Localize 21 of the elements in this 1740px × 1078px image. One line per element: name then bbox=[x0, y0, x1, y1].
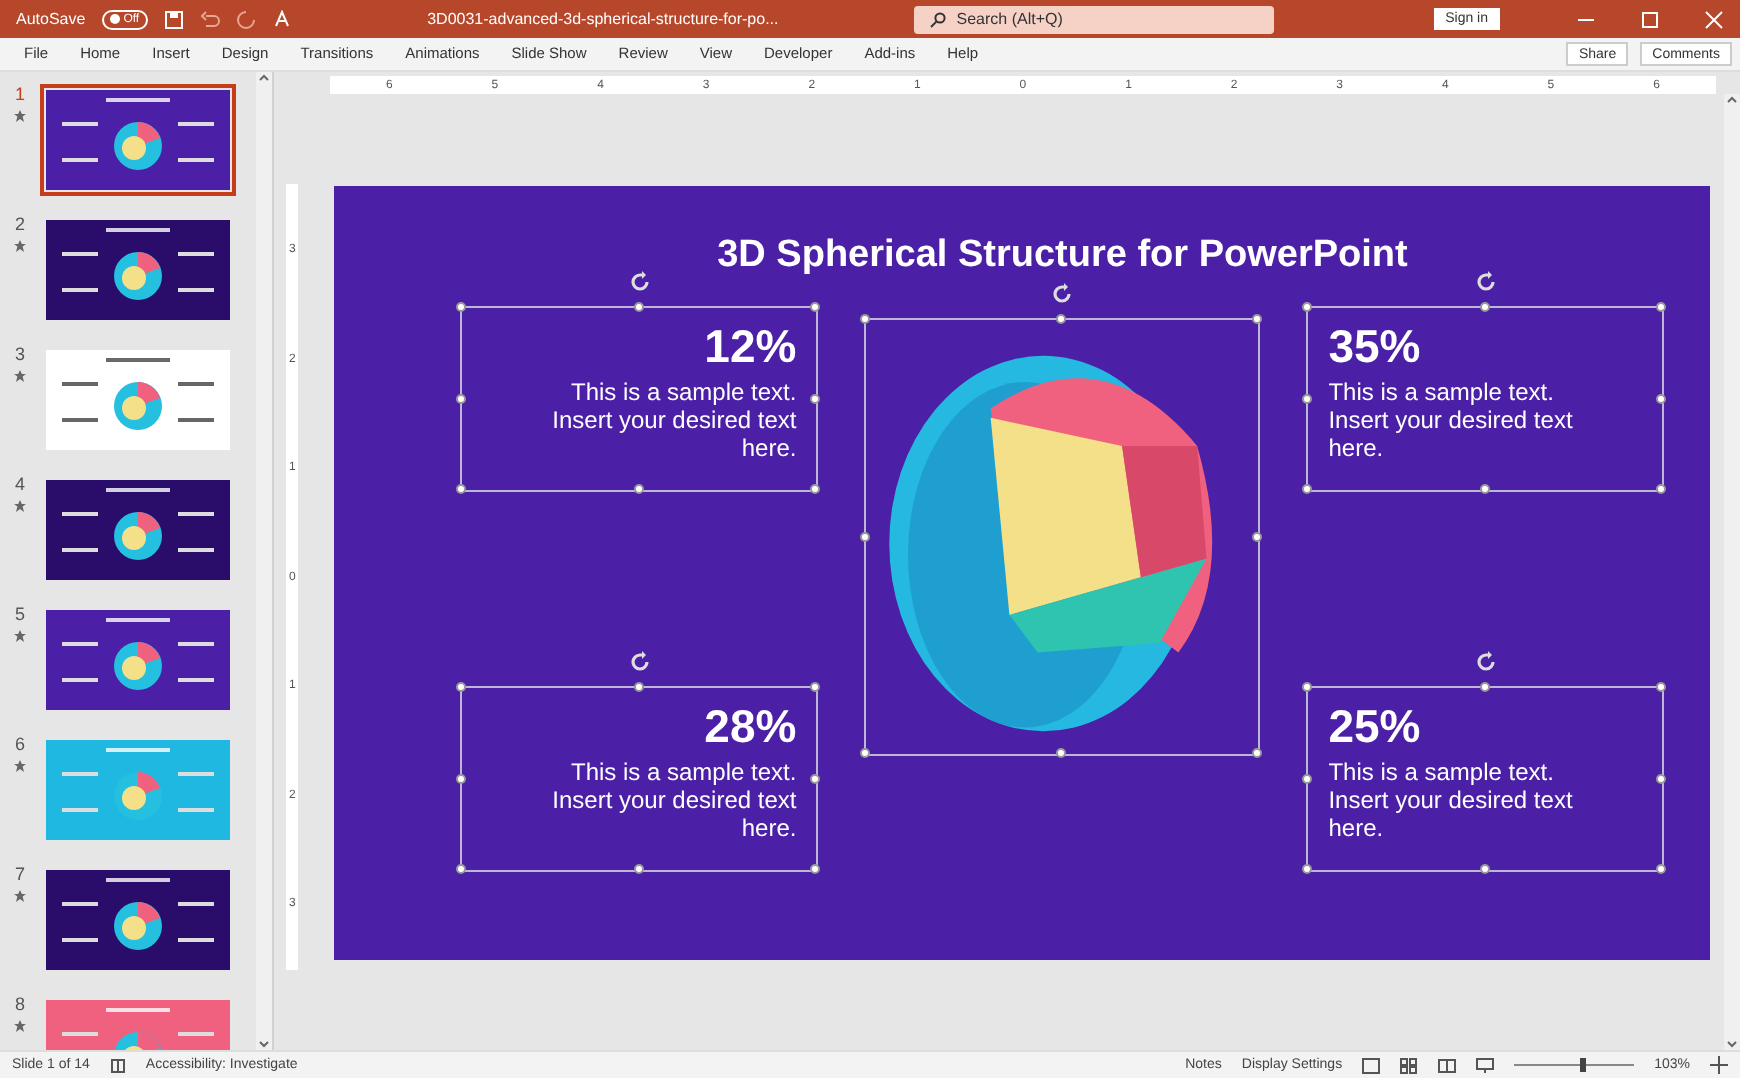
percent-value: 28% bbox=[704, 700, 797, 754]
sample-text: This is a sample text. Insert your desired text here. bbox=[1328, 380, 1575, 463]
slide-number: 2 bbox=[14, 214, 25, 234]
slide-number: 4 bbox=[14, 474, 25, 494]
slide-number: 5 bbox=[14, 604, 25, 624]
slide-title: 3D Spherical Structure for PowerPoint bbox=[717, 234, 1408, 278]
slide-number: 1 bbox=[14, 84, 25, 104]
slide-number: 7 bbox=[14, 864, 25, 884]
file-name: 3D0031-advanced-3d-spherical-structure-for-po... bbox=[427, 10, 779, 28]
sample-text: This is a sample text. Insert your desired text here. bbox=[550, 380, 797, 463]
percent-value: 35% bbox=[1328, 320, 1421, 374]
autosave-label: AutoSave bbox=[16, 10, 86, 28]
slide-number: 8 bbox=[14, 994, 25, 1014]
percent-value: 25% bbox=[1328, 700, 1421, 754]
search-field[interactable]: Search (Alt+Q) bbox=[956, 10, 1197, 28]
sample-text: This is a sample text. Insert your desired text here. bbox=[1328, 760, 1575, 843]
percent-value: 12% bbox=[704, 320, 797, 374]
sample-text: This is a sample text. Insert your desired text here. bbox=[550, 760, 797, 843]
slide-number: 6 bbox=[14, 734, 25, 754]
search-box[interactable]: Search (Alt+Q) bbox=[914, 5, 1275, 33]
slide-number: 3 bbox=[14, 344, 25, 364]
